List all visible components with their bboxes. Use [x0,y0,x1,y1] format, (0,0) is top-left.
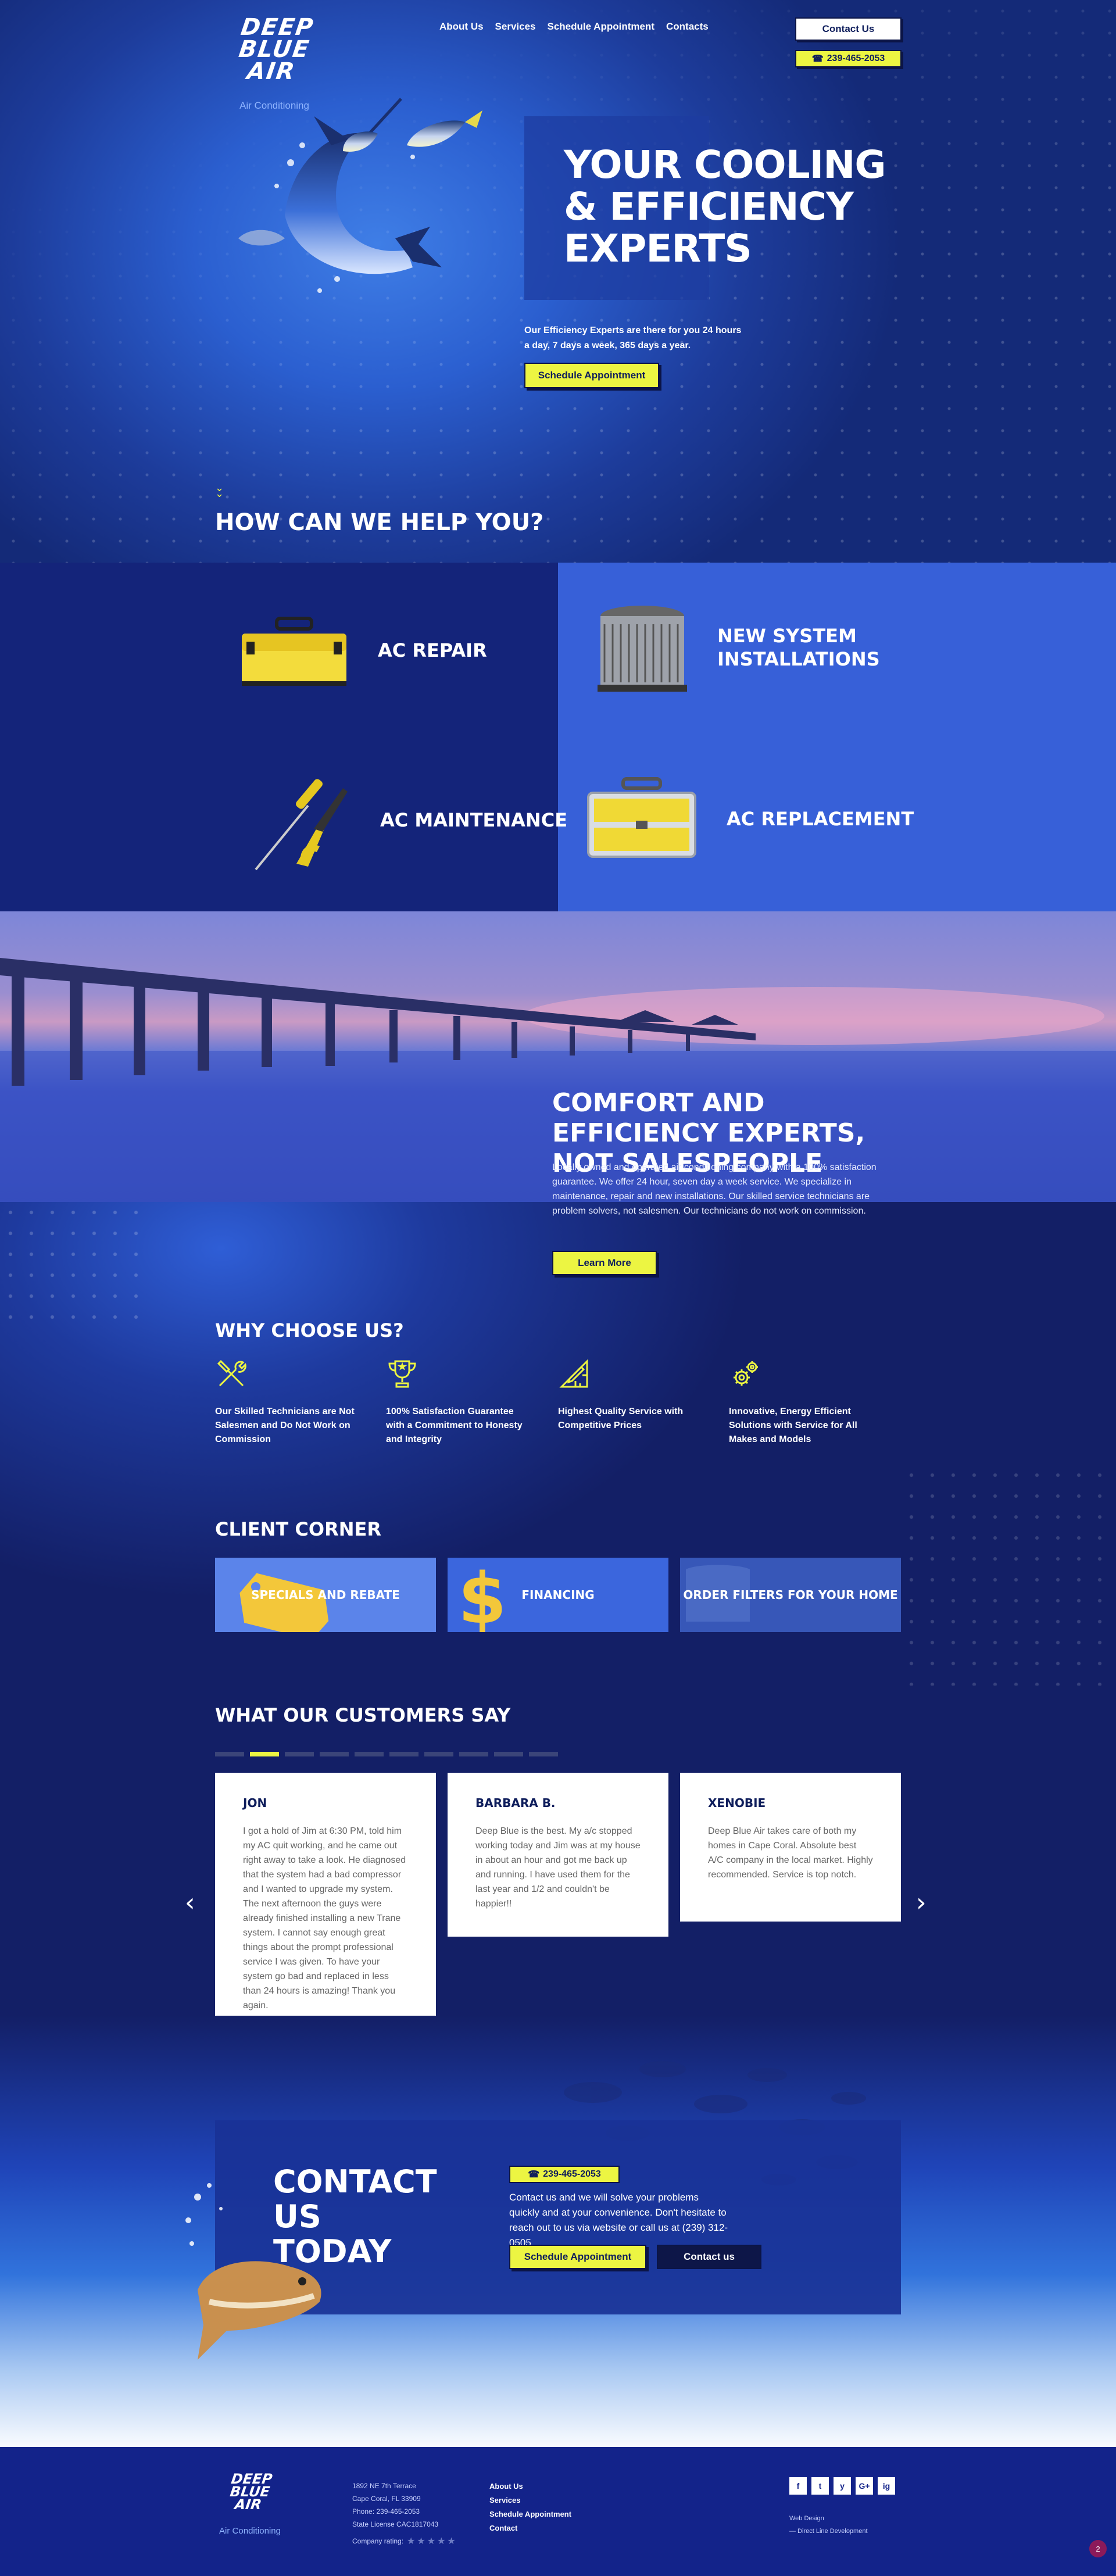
why-item: Our Skilled Technicians are Not Salesmen… [215,1358,360,1447]
company-rating: Company rating: ★★★★★ [352,2535,457,2547]
pagination-dot[interactable] [424,1752,453,1756]
nav-contacts[interactable]: Contacts [666,21,709,33]
carousel-next-icon[interactable]: › [916,1888,927,1917]
gears-icon [734,1361,758,1386]
testimonial-pagination [215,1752,558,1756]
pagination-dot-active[interactable] [250,1752,279,1756]
why-heading: WHY CHOOSE US? [215,1319,404,1341]
instagram-icon[interactable]: ig [878,2477,895,2495]
pagination-dot[interactable] [389,1752,419,1756]
testimonial-text: Deep Blue Air takes care of both my home… [708,1826,873,1880]
pagination-dot[interactable] [355,1752,384,1756]
pagination-dot[interactable] [494,1752,523,1756]
testimonial-card: JON I got a hold of Jim at 6:30 PM, told… [215,1773,436,2038]
service-ac-replacement[interactable]: AC REPLACEMENT [582,775,914,863]
nav-about[interactable]: About Us [439,21,484,33]
why-item: Innovative, Energy Efficient Solutions w… [729,1358,874,1447]
pagination-dot[interactable] [459,1752,488,1756]
comfort-text: Locally owned and operated air condition… [552,1162,877,1216]
notification-badge[interactable]: 2 [1089,2540,1107,2557]
tools-icon [255,779,348,871]
social-links: f t y G+ ig [789,2477,895,2495]
card-specials-rebate[interactable]: SPECIALS AND REBATE [215,1558,436,1632]
dots-pattern-left [0,1202,151,1330]
footer-nav: About Us Services Schedule Appointment C… [489,2480,571,2535]
service-label: AC REPLACEMENT [727,808,914,830]
facebook-icon[interactable]: f [789,2477,807,2495]
testimonial-name: XENOBIE [708,1796,766,1810]
site-logo[interactable]: DEEP BLUE AIR [212,14,337,85]
pagination-dot[interactable] [285,1752,314,1756]
testimonial-text: Deep Blue is the best. My a/c stopped wo… [475,1826,641,1909]
service-ac-repair[interactable]: AC REPAIR [236,613,487,688]
carousel-prev-icon[interactable]: ‹ [185,1888,195,1917]
pagination-dot[interactable] [215,1752,244,1756]
footer-link-about[interactable]: About Us [489,2480,571,2493]
dollar-sign-icon: $ [458,1559,507,1632]
pagination-dot[interactable] [320,1752,349,1756]
ac-unit-icon [598,606,687,692]
footer-link-services[interactable]: Services [489,2493,571,2507]
header-contact-button[interactable]: Contact Us [795,17,902,41]
dots-pattern-right [901,1465,1116,1686]
nav-services[interactable]: Services [495,21,536,33]
hero-text: Our Efficiency Experts are there for you… [524,325,742,350]
testimonial-card: BARBARA B. Deep Blue is the best. My a/c… [448,1773,668,1937]
star-rating-icon[interactable]: ★★★★★ [407,2535,457,2547]
contact-schedule-button[interactable]: Schedule Appointment [509,2245,646,2269]
scroll-down-icon[interactable]: ⌄ ⌄ [215,482,224,499]
yelp-icon[interactable]: y [834,2477,851,2495]
twitter-icon[interactable]: t [811,2477,829,2495]
google-plus-icon[interactable]: G+ [856,2477,873,2495]
learn-more-button[interactable]: Learn More [552,1251,657,1275]
footer-tagline: Air Conditioning [219,2526,281,2536]
pagination-dot[interactable] [529,1752,558,1756]
service-label: AC MAINTENANCE [380,809,568,831]
footer-link-schedule[interactable]: Schedule Appointment [489,2507,571,2521]
contact-us-button[interactable]: Contact us [657,2245,761,2269]
testimonial-card: XENOBIE Deep Blue Air takes care of both… [680,1773,901,1922]
testimonial-name: JON [243,1796,267,1810]
contact-text: Contact us and we will solve your proble… [509,2192,728,2248]
card-order-filters[interactable]: ORDER FILTERS FOR YOUR HOME [680,1558,901,1632]
redfish-icon [185,2183,321,2360]
service-label: NEW SYSTEM INSTALLATIONS [717,625,880,670]
header-phone-button[interactable]: ☎ 239-465-2053 [795,50,902,67]
hero-title: YOUR COOLING & EFFICIENCY EXPERTS [564,142,886,271]
wrench-screwdriver-icon [217,1359,246,1387]
contact-phone-button[interactable]: ☎ 239-465-2053 [509,2166,620,2183]
card-financing[interactable]: $ FINANCING [448,1558,668,1632]
hero-schedule-button[interactable]: Schedule Appointment [524,363,659,388]
toolcase-icon [587,777,696,858]
toolbox-icon [242,617,346,686]
footer-logo[interactable]: DEEP BLUE AIR [213,2471,286,2513]
ruler-pencil-icon [559,1359,588,1388]
main-nav: About Us Services Schedule Appointment C… [439,21,709,33]
marlin-fish-icon [238,98,482,293]
service-label: AC REPAIR [378,639,487,661]
testimonial-name: BARBARA B. [475,1796,556,1810]
phone-icon: ☎ [811,54,824,64]
testimonials-heading: WHAT OUR CUSTOMERS SAY [215,1704,511,1726]
nav-schedule[interactable]: Schedule Appointment [548,21,655,33]
why-item: Highest Quality Service with Competitive… [558,1358,703,1433]
service-ac-maintenance[interactable]: AC MAINTENANCE [244,765,567,875]
footer-link-contact[interactable]: Contact [489,2521,571,2535]
web-design-credit[interactable]: Web Design — Direct Line Development [789,2512,868,2538]
help-heading: HOW CAN WE HELP YOU? [215,509,544,536]
why-item: 100% Satisfaction Guarantee with a Commi… [386,1358,531,1447]
svg-text:$: $ [458,1559,507,1632]
client-corner-heading: CLIENT CORNER [215,1518,381,1540]
footer-address: 1892 NE 7th Terrace Cape Coral, FL 33909… [352,2482,439,2528]
service-new-installations[interactable]: NEW SYSTEM INSTALLATIONS [593,601,880,694]
testimonial-text: I got a hold of Jim at 6:30 PM, told him… [243,1826,406,2010]
trophy-icon [388,1360,416,1388]
phone-icon: ☎ [528,2170,540,2180]
